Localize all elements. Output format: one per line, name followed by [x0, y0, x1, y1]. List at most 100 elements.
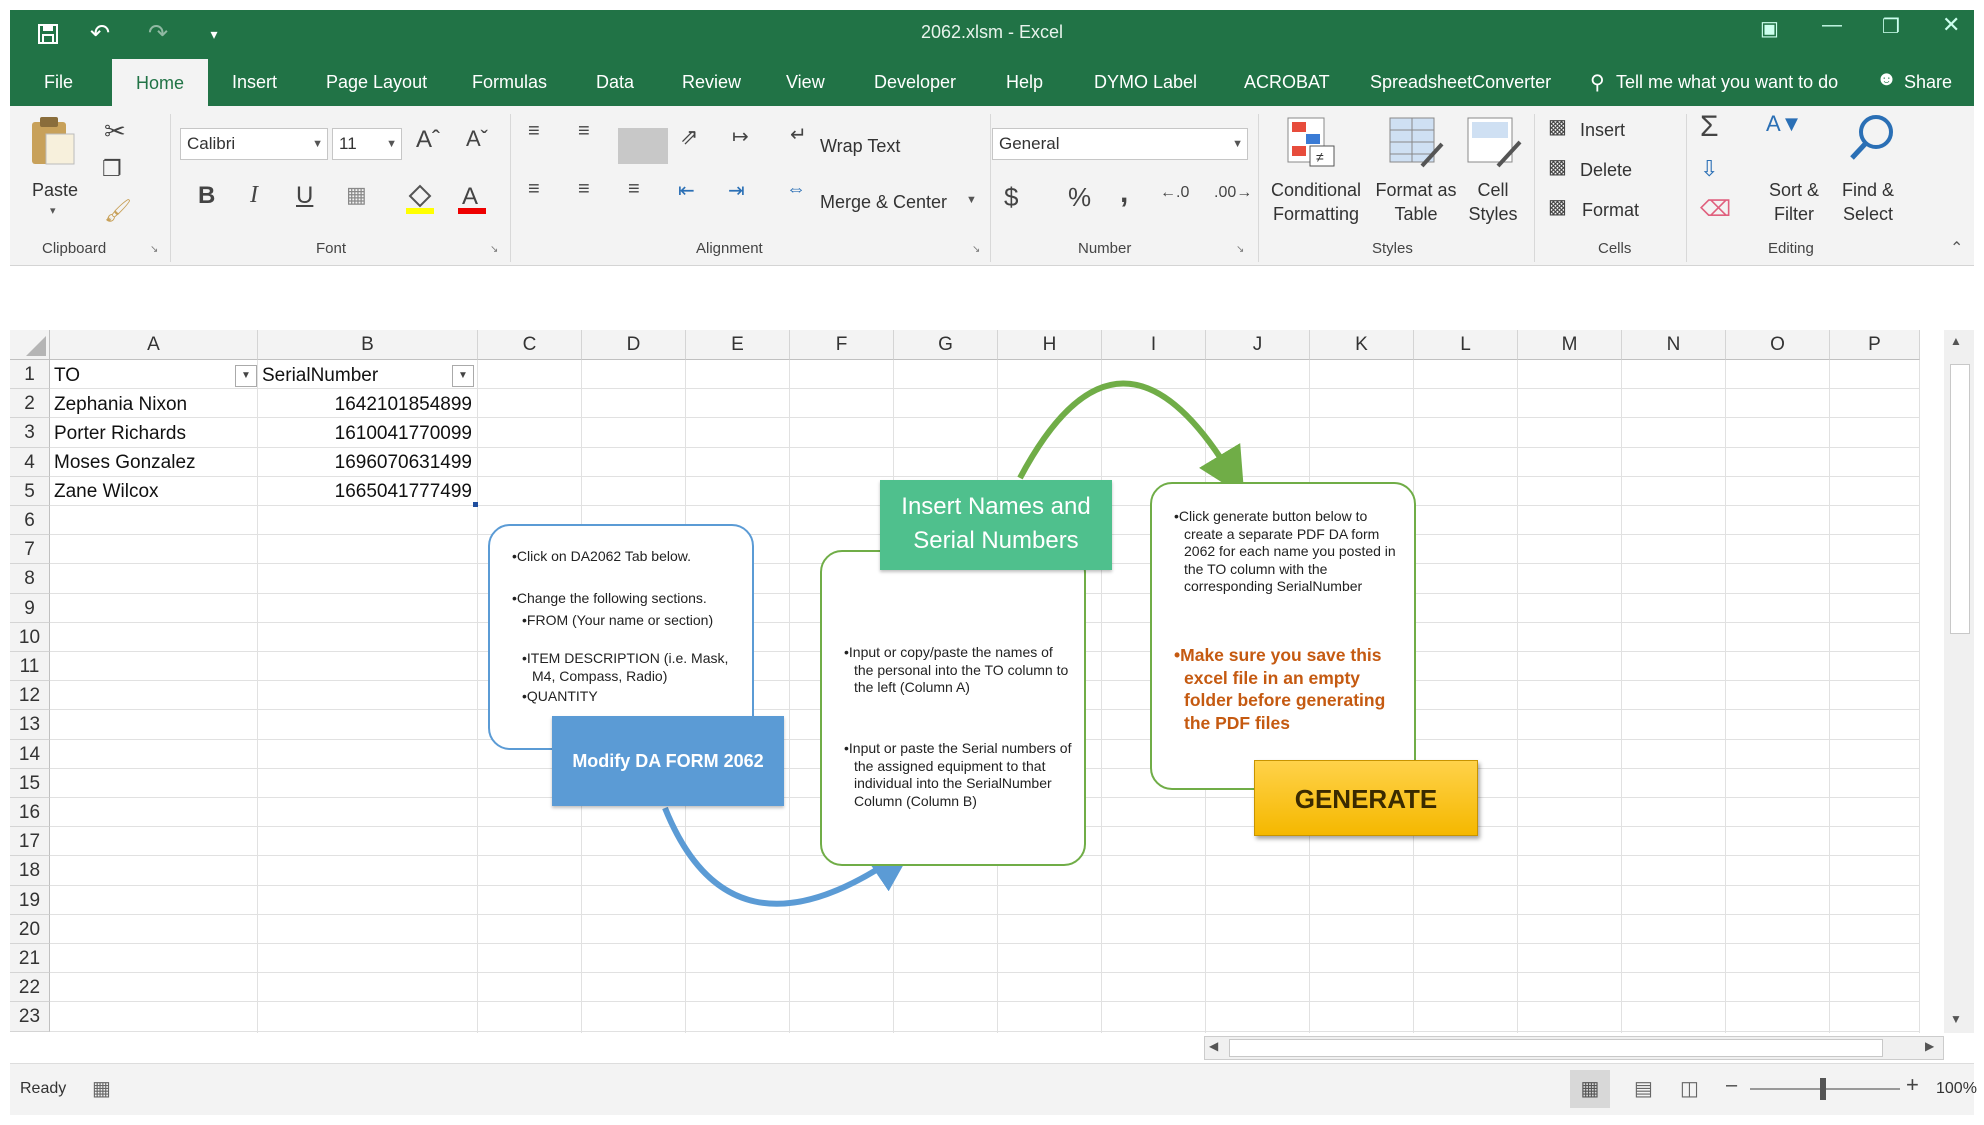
- align-bottom-icon[interactable]: [618, 128, 668, 164]
- collapse-ribbon-icon[interactable]: ⌃: [1950, 238, 1963, 258]
- row-header-21[interactable]: 21: [10, 944, 50, 974]
- merge-center-label[interactable]: Merge & Center: [820, 192, 947, 213]
- conditional-formatting-icon[interactable]: ≠: [1286, 116, 1338, 168]
- dialog-launcher-icon[interactable]: ↘: [150, 244, 158, 255]
- font-name-combo[interactable]: Calibri ▼: [180, 128, 328, 160]
- column-header-m[interactable]: M: [1518, 330, 1622, 360]
- increase-decimal-icon[interactable]: ←.0: [1160, 184, 1189, 202]
- align-right-icon[interactable]: ≡: [628, 178, 640, 201]
- comma-button[interactable]: ,: [1120, 176, 1128, 210]
- row-header-20[interactable]: 20: [10, 914, 50, 944]
- cell-styles-label[interactable]: Cell Styles: [1458, 178, 1528, 226]
- format-painter-icon[interactable]: 🖌: [104, 198, 132, 224]
- delete-cells-icon[interactable]: ▩: [1548, 154, 1567, 179]
- column-header-n[interactable]: N: [1622, 330, 1726, 360]
- tab-view[interactable]: View: [786, 58, 825, 106]
- zoom-in-icon[interactable]: +: [1906, 1072, 1919, 1098]
- format-as-table-label[interactable]: Format as Table: [1366, 178, 1466, 226]
- increase-indent-icon[interactable]: ⇥: [728, 178, 745, 203]
- normal-view-icon[interactable]: ▦: [1570, 1070, 1610, 1108]
- generate-button[interactable]: GENERATE: [1254, 760, 1478, 836]
- row-header-23[interactable]: 23: [10, 1002, 50, 1032]
- close-icon[interactable]: ✕: [1942, 12, 1960, 38]
- paste-dropdown-icon[interactable]: ▾: [50, 204, 56, 217]
- minimize-icon[interactable]: —: [1822, 14, 1842, 37]
- wrap-text-label[interactable]: Wrap Text: [820, 136, 900, 157]
- tab-page-layout[interactable]: Page Layout: [326, 58, 427, 106]
- sort-filter-label[interactable]: Sort & Filter: [1764, 178, 1824, 226]
- conditional-formatting-label[interactable]: Conditional Formatting: [1266, 178, 1366, 226]
- tab-home[interactable]: Home: [112, 58, 208, 106]
- font-color-icon[interactable]: A: [456, 182, 488, 216]
- horizontal-scrollbar[interactable]: ◀ ▶: [1204, 1036, 1944, 1060]
- paste-label[interactable]: Paste: [32, 180, 78, 201]
- scroll-left-icon[interactable]: ◀: [1209, 1039, 1218, 1053]
- tab-acrobat[interactable]: ACROBAT: [1244, 58, 1330, 106]
- text-direction-icon[interactable]: ↦: [732, 124, 749, 149]
- paste-icon[interactable]: [28, 114, 78, 166]
- modify-form-button[interactable]: Modify DA FORM 2062: [552, 716, 784, 806]
- tell-me-box[interactable]: Tell me what you want to do: [1616, 72, 1862, 96]
- share-button[interactable]: Share: [1904, 72, 1952, 93]
- format-cells-label[interactable]: Format: [1582, 200, 1639, 221]
- dialog-launcher-icon[interactable]: ↘: [1236, 244, 1244, 255]
- align-middle-icon[interactable]: ≡: [578, 120, 590, 143]
- find-select-label[interactable]: Find & Select: [1836, 178, 1900, 226]
- percent-button[interactable]: %: [1068, 182, 1091, 213]
- dialog-launcher-icon[interactable]: ↘: [972, 244, 980, 255]
- horizontal-scroll-thumb[interactable]: [1229, 1039, 1883, 1057]
- italic-button[interactable]: I: [250, 182, 258, 209]
- number-format-combo[interactable]: General ▼: [992, 128, 1248, 160]
- scroll-down-icon[interactable]: ▼: [1950, 1012, 1962, 1026]
- copy-icon[interactable]: ❐: [102, 156, 122, 182]
- zoom-slider-thumb[interactable]: [1820, 1078, 1826, 1100]
- scroll-right-icon[interactable]: ▶: [1925, 1039, 1934, 1053]
- find-select-icon[interactable]: [1846, 112, 1896, 162]
- fill-icon[interactable]: ⇩: [1700, 156, 1718, 182]
- underline-button[interactable]: U: [296, 182, 313, 210]
- borders-icon[interactable]: ▦: [346, 182, 367, 208]
- autosum-icon[interactable]: Σ: [1700, 110, 1719, 144]
- orientation-icon[interactable]: ⇗: [680, 124, 698, 150]
- tab-file[interactable]: File: [44, 58, 73, 106]
- chevron-down-icon[interactable]: ▼: [966, 194, 977, 206]
- zoom-out-icon[interactable]: –: [1726, 1074, 1737, 1097]
- scroll-up-icon[interactable]: ▲: [1950, 334, 1962, 348]
- macro-record-icon[interactable]: ▦: [92, 1076, 111, 1101]
- decrease-indent-icon[interactable]: ⇤: [678, 178, 695, 203]
- page-break-view-icon[interactable]: ◫: [1680, 1076, 1699, 1101]
- cut-icon[interactable]: ✂: [104, 116, 126, 147]
- font-size-combo[interactable]: 11 ▼: [332, 128, 402, 160]
- bold-button[interactable]: B: [198, 182, 215, 210]
- sort-filter-icon[interactable]: A▼: [1766, 112, 1802, 136]
- worksheet-grid[interactable]: ABCDEFGHIJKLMNOP 1 2 3 4 5 6 7 8 9 10 11 12 13 14 15 16…: [10, 330, 1944, 1033]
- grow-font-icon[interactable]: Aˆ: [416, 126, 440, 154]
- tab-spreadsheetconverter[interactable]: SpreadsheetConverter: [1370, 58, 1551, 106]
- ribbon-display-icon[interactable]: ▣: [1760, 16, 1779, 41]
- insert-cells-icon[interactable]: ▩: [1548, 114, 1567, 139]
- page-layout-view-icon[interactable]: ▤: [1634, 1076, 1653, 1101]
- currency-button[interactable]: $: [1004, 182, 1018, 213]
- tab-review[interactable]: Review: [682, 58, 741, 106]
- restore-icon[interactable]: ❐: [1882, 14, 1900, 39]
- align-left-icon[interactable]: ≡: [528, 178, 540, 201]
- tab-dymo-label[interactable]: DYMO Label: [1094, 58, 1197, 106]
- tab-developer[interactable]: Developer: [874, 58, 956, 106]
- clear-icon[interactable]: ⌫: [1700, 196, 1731, 222]
- cell-styles-icon[interactable]: [1466, 116, 1522, 168]
- wrap-text-icon[interactable]: ↵: [790, 122, 807, 147]
- align-top-icon[interactable]: ≡: [528, 120, 540, 143]
- dialog-launcher-icon[interactable]: ↘: [490, 244, 498, 255]
- format-cells-icon[interactable]: ▩: [1548, 194, 1567, 219]
- tab-formulas[interactable]: Formulas: [472, 58, 547, 106]
- delete-cells-label[interactable]: Delete: [1580, 160, 1632, 181]
- vertical-scrollbar[interactable]: ▲ ▼: [1944, 330, 1974, 1033]
- fill-color-icon[interactable]: [404, 182, 436, 216]
- vertical-scroll-thumb[interactable]: [1950, 364, 1970, 634]
- tab-insert[interactable]: Insert: [232, 58, 277, 106]
- format-as-table-icon[interactable]: [1388, 116, 1444, 168]
- insert-cells-label[interactable]: Insert: [1580, 120, 1625, 141]
- decrease-decimal-icon[interactable]: .00→: [1214, 184, 1252, 202]
- shrink-font-icon[interactable]: Aˇ: [466, 126, 488, 152]
- tab-help[interactable]: Help: [1006, 58, 1043, 106]
